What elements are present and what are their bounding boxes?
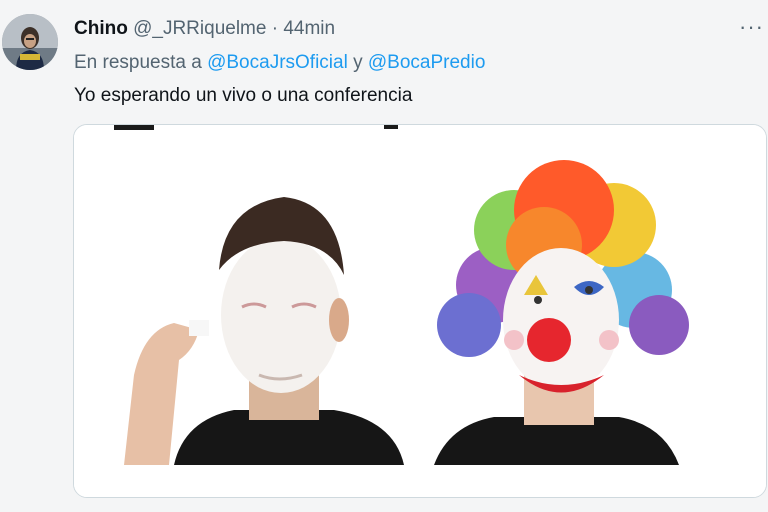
mention-link-bocapredio[interactable]: @BocaPredio bbox=[368, 52, 486, 73]
tweet-text: Yo esperando un vivo o una conferencia bbox=[74, 85, 413, 106]
tweet-media-image[interactable] bbox=[73, 124, 767, 498]
reply-prefix: En respuesta a bbox=[74, 52, 202, 73]
more-options-icon[interactable]: ··· bbox=[739, 14, 764, 40]
author-handle[interactable]: @_JRRiquelme bbox=[133, 18, 266, 39]
separator-dot: · bbox=[271, 18, 279, 39]
mention-joiner: y bbox=[353, 52, 363, 73]
tweet: Chino @_JRRiquelme · 44min ··· En respue… bbox=[0, 0, 768, 512]
mention-link-bocajrsoficial[interactable]: @BocaJrsOficial bbox=[207, 52, 348, 73]
reply-context: En respuesta a @BocaJrsOficial y @BocaPr… bbox=[74, 52, 485, 74]
tweet-header: Chino @_JRRiquelme · 44min bbox=[74, 18, 335, 40]
timestamp[interactable]: 44min bbox=[283, 18, 335, 39]
avatar[interactable] bbox=[2, 14, 58, 70]
author-name[interactable]: Chino bbox=[74, 18, 128, 39]
